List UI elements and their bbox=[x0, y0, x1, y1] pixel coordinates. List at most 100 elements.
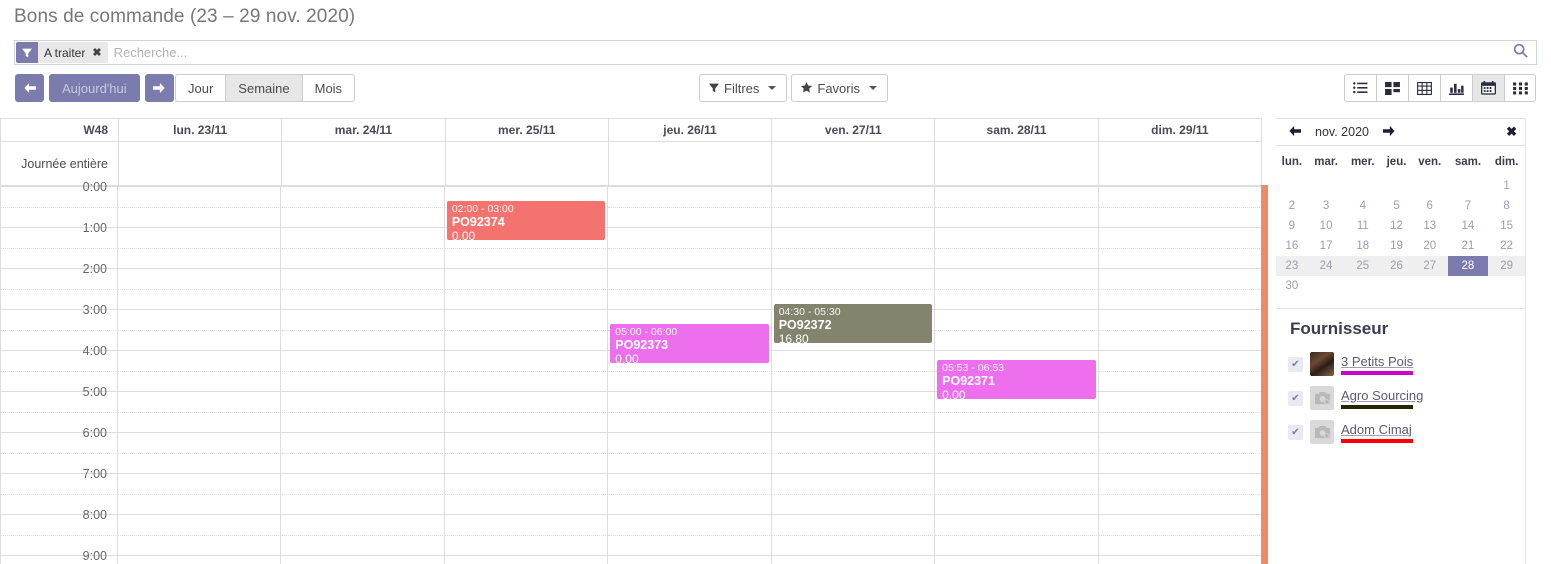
time-slot-cell[interactable] bbox=[771, 432, 936, 453]
time-slot-cell[interactable] bbox=[281, 268, 445, 289]
calendar-event[interactable]: 04:30 - 05:30 PO92372 16,80 bbox=[773, 303, 933, 343]
prev-period-button[interactable] bbox=[15, 74, 44, 102]
time-slot-cell[interactable] bbox=[118, 534, 282, 555]
time-slot-cell[interactable] bbox=[118, 350, 282, 371]
calendar-vertical-scrollbar[interactable] bbox=[1261, 185, 1268, 564]
all-day-cell[interactable] bbox=[117, 141, 283, 186]
mini-day-9[interactable]: 9 bbox=[1276, 216, 1308, 236]
mini-day-13[interactable]: 13 bbox=[1412, 216, 1448, 236]
mini-day-20[interactable]: 20 bbox=[1412, 236, 1448, 256]
time-slot-cell[interactable] bbox=[118, 370, 282, 391]
time-slot-cell[interactable] bbox=[771, 370, 936, 391]
time-slot-cell[interactable] bbox=[608, 411, 772, 432]
mini-day-29[interactable]: 29 bbox=[1488, 256, 1525, 276]
time-slot-cell[interactable] bbox=[444, 350, 609, 371]
time-slot-cell[interactable] bbox=[935, 186, 1099, 207]
checkbox-icon[interactable]: ✔ bbox=[1288, 390, 1303, 406]
time-slot-cell[interactable] bbox=[771, 350, 936, 371]
filters-dropdown-button[interactable]: Filtres bbox=[699, 74, 788, 102]
all-day-cell[interactable] bbox=[934, 141, 1099, 186]
time-slot-cell[interactable] bbox=[118, 329, 282, 350]
time-slot-cell[interactable] bbox=[118, 288, 282, 309]
time-slot-cell[interactable] bbox=[118, 247, 282, 268]
gantt-view-icon[interactable] bbox=[1504, 74, 1536, 102]
calendar-event[interactable]: 05:00 - 06:00 PO92373 0,00 bbox=[610, 324, 769, 363]
time-slot-cell[interactable] bbox=[444, 514, 609, 535]
search-icon[interactable] bbox=[1505, 43, 1536, 62]
all-day-cell[interactable] bbox=[444, 141, 609, 186]
time-slot-cell[interactable] bbox=[118, 186, 282, 207]
arrow-right-icon[interactable] bbox=[1378, 125, 1400, 140]
supplier-filter-item-0[interactable]: ✔ 3 Petits Pois bbox=[1276, 347, 1525, 381]
mini-day-1[interactable]: 1 bbox=[1488, 176, 1525, 196]
mini-day-11[interactable]: 11 bbox=[1344, 216, 1381, 236]
time-slot-cell[interactable] bbox=[1098, 411, 1262, 432]
time-slot-cell[interactable] bbox=[118, 227, 282, 248]
time-slot-cell[interactable] bbox=[281, 186, 445, 207]
time-slot-cell[interactable] bbox=[771, 514, 936, 535]
time-slot-cell[interactable] bbox=[1098, 268, 1262, 289]
calendar-event[interactable]: 05:53 - 06:53 PO92371 0,00 bbox=[937, 360, 1096, 400]
supplier-name[interactable]: Adom Cimaj bbox=[1341, 422, 1413, 437]
time-slot-cell[interactable] bbox=[771, 227, 936, 248]
mini-day-24[interactable]: 24 bbox=[1307, 256, 1345, 276]
mini-day-27[interactable]: 27 bbox=[1411, 256, 1448, 276]
time-slot-cell[interactable] bbox=[1098, 350, 1262, 371]
time-slot-cell[interactable] bbox=[771, 206, 936, 227]
time-slot-cell[interactable] bbox=[444, 329, 609, 350]
calendar-view-icon[interactable] bbox=[1472, 74, 1504, 102]
time-slot-cell[interactable] bbox=[444, 493, 609, 514]
time-slot-cell[interactable] bbox=[771, 186, 936, 207]
time-slot-cell[interactable] bbox=[608, 534, 772, 555]
time-slot-cell[interactable] bbox=[608, 227, 772, 248]
time-slot-cell[interactable] bbox=[118, 493, 282, 514]
today-button[interactable]: Aujourd'hui bbox=[49, 74, 140, 102]
all-day-cell[interactable] bbox=[607, 141, 773, 186]
time-slot-cell[interactable] bbox=[281, 411, 445, 432]
close-icon[interactable]: ✖ bbox=[90, 42, 108, 63]
calendar-event[interactable]: 02:00 - 03:00 PO92374 0,00 bbox=[446, 201, 606, 240]
time-slot-cell[interactable] bbox=[608, 452, 772, 473]
time-slot-cell[interactable] bbox=[281, 514, 445, 535]
time-slot-cell[interactable] bbox=[444, 473, 609, 494]
mini-day-19[interactable]: 19 bbox=[1381, 236, 1412, 256]
time-slot-cell[interactable] bbox=[444, 288, 609, 309]
mini-day-17[interactable]: 17 bbox=[1308, 236, 1345, 256]
time-slot-cell[interactable] bbox=[444, 391, 609, 412]
checkbox-icon[interactable]: ✔ bbox=[1288, 424, 1303, 440]
day-header-6[interactable]: dim. 29/11 bbox=[1097, 118, 1263, 142]
mini-day-3[interactable]: 3 bbox=[1308, 196, 1345, 216]
mini-day-16[interactable]: 16 bbox=[1276, 236, 1308, 256]
day-header-0[interactable]: lun. 23/11 bbox=[117, 118, 283, 142]
scale-month-button[interactable]: Mois bbox=[301, 74, 356, 102]
search-input[interactable] bbox=[107, 45, 1505, 60]
time-slot-cell[interactable] bbox=[608, 247, 772, 268]
mini-day-8[interactable]: 8 bbox=[1488, 196, 1525, 216]
mini-day-7[interactable]: 7 bbox=[1448, 196, 1489, 216]
close-icon[interactable]: ✖ bbox=[1506, 124, 1517, 140]
mini-day-23[interactable]: 23 bbox=[1276, 256, 1308, 276]
day-header-1[interactable]: mar. 24/11 bbox=[281, 118, 446, 142]
checkbox-icon[interactable]: ✔ bbox=[1288, 356, 1303, 372]
mini-day-25[interactable]: 25 bbox=[1344, 256, 1382, 276]
time-slot-cell[interactable] bbox=[281, 309, 445, 330]
pivot-view-icon[interactable] bbox=[1408, 74, 1440, 102]
time-slot-cell[interactable] bbox=[444, 534, 609, 555]
mini-day-5[interactable]: 5 bbox=[1381, 196, 1412, 216]
list-view-icon[interactable] bbox=[1344, 74, 1376, 102]
time-slot-cell[interactable] bbox=[281, 473, 445, 494]
time-slot-cell[interactable] bbox=[608, 432, 772, 453]
time-slot-cell[interactable] bbox=[1098, 514, 1262, 535]
time-slot-cell[interactable] bbox=[771, 534, 936, 555]
time-slot-cell[interactable] bbox=[608, 288, 772, 309]
time-slot-cell[interactable] bbox=[608, 555, 772, 564]
mini-day-18[interactable]: 18 bbox=[1344, 236, 1381, 256]
time-slot-cell[interactable] bbox=[444, 370, 609, 391]
time-slot-cell[interactable] bbox=[281, 534, 445, 555]
favorites-dropdown-button[interactable]: Favoris bbox=[791, 74, 889, 102]
time-slot-cell[interactable] bbox=[1098, 391, 1262, 412]
time-slot-cell[interactable] bbox=[935, 432, 1099, 453]
mini-day-22[interactable]: 22 bbox=[1488, 236, 1525, 256]
time-slot-cell[interactable] bbox=[935, 493, 1099, 514]
time-slot-cell[interactable] bbox=[118, 411, 282, 432]
